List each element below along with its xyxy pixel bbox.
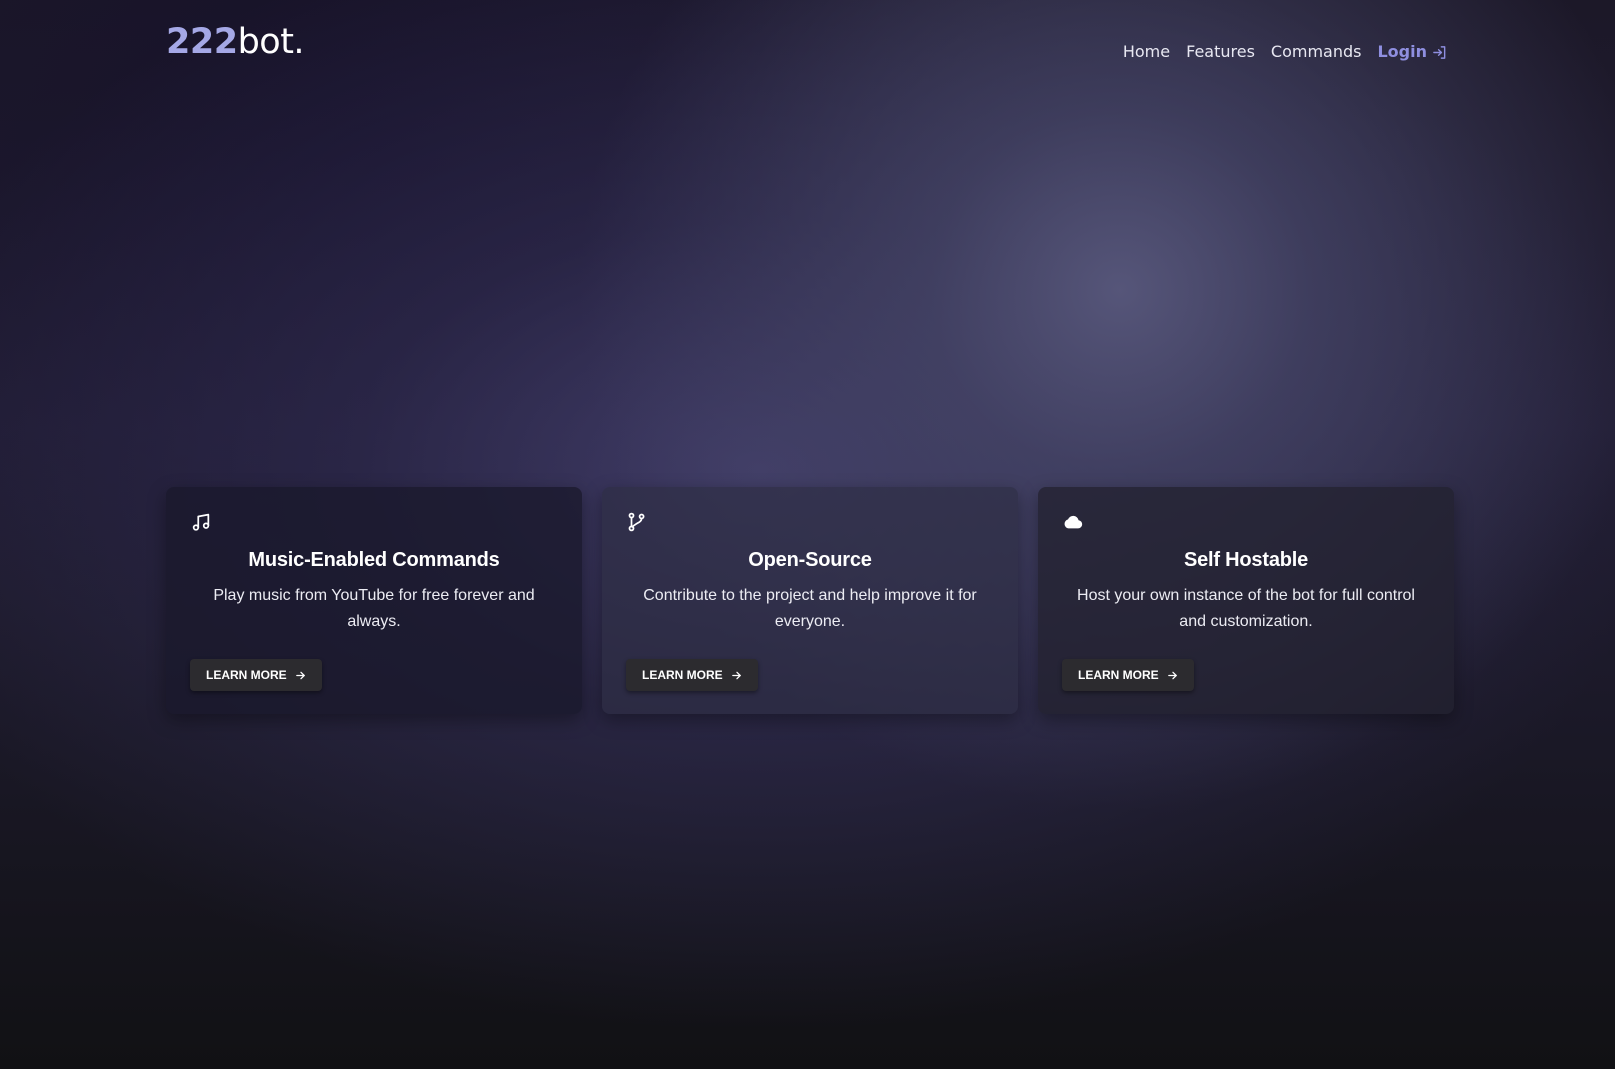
arrow-right-icon [295,670,306,681]
nav-home[interactable]: Home [1123,40,1170,64]
page: 222 bot. Home Features Commands Login Mu… [0,0,1615,1069]
login-arrow-icon [1432,45,1447,60]
brand-logo[interactable]: 222 bot. [166,20,305,64]
arrow-right-icon [731,670,742,681]
main-nav: Home Features Commands Login [1123,40,1447,64]
logo-number: 222 [166,22,238,62]
feature-card-self-host: Self Hostable Host your own instance of … [1038,487,1454,714]
nav-commands[interactable]: Commands [1271,40,1362,64]
logo-word: bot. [237,22,305,62]
learn-more-label: LEARN MORE [642,668,723,682]
login-label: Login [1377,42,1427,61]
learn-more-label: LEARN MORE [206,668,287,682]
learn-more-button[interactable]: LEARN MORE [190,659,322,691]
card-description: Play music from YouTube for free forever… [213,587,535,630]
feature-cards: Music-Enabled Commands Play music from Y… [166,487,1454,714]
cloud-icon [1062,511,1084,533]
login-link[interactable]: Login [1377,40,1447,64]
learn-more-button[interactable]: LEARN MORE [1062,659,1194,691]
feature-card-music: Music-Enabled Commands Play music from Y… [166,487,582,714]
card-title: Music-Enabled Commands [248,549,500,571]
nav-features[interactable]: Features [1186,40,1255,64]
git-branch-icon [626,511,648,533]
learn-more-button[interactable]: LEARN MORE [626,659,758,691]
card-title: Self Hostable [1183,549,1309,571]
card-title: Open-Source [748,549,872,571]
arrow-right-icon [1167,670,1178,681]
learn-more-label: LEARN MORE [1078,668,1159,682]
music-note-icon [190,511,212,533]
feature-card-open-source: Open-Source Contribute to the project an… [602,487,1018,714]
card-description: Contribute to the project and help impro… [643,587,977,630]
card-description: Host your own instance of the bot for fu… [1077,587,1415,630]
